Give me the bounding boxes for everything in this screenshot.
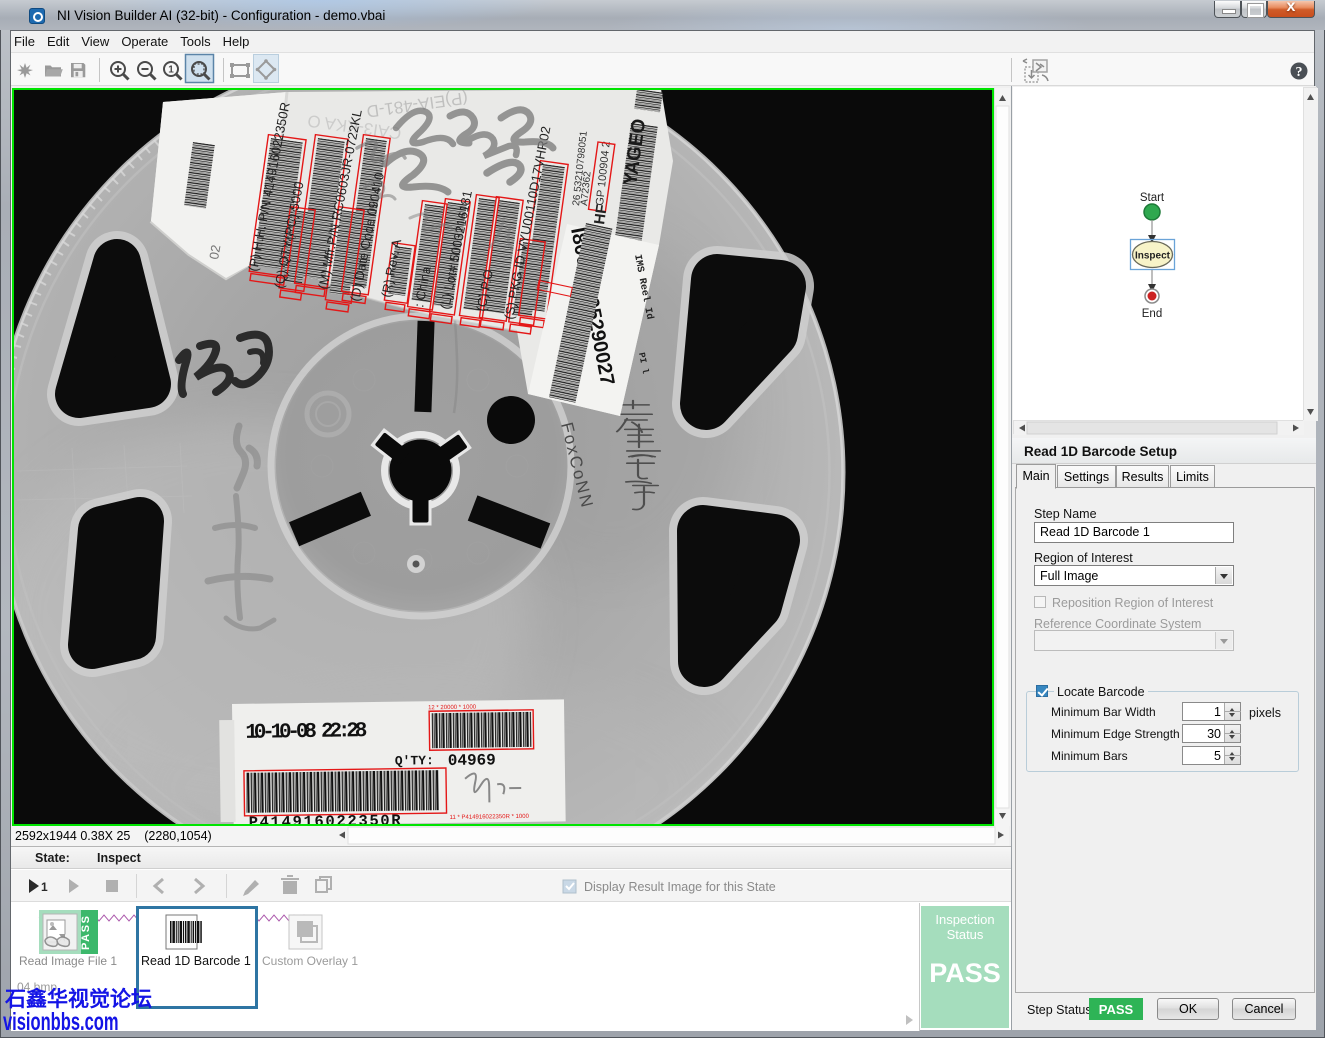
svg-text:12 * 20000 * 1000: 12 * 20000 * 1000	[428, 705, 477, 712]
svg-text:1: 1	[168, 65, 174, 76]
svg-text:02: 02	[206, 244, 223, 261]
svg-text:?: ?	[1296, 65, 1303, 80]
svg-text:HF: HF	[591, 203, 611, 225]
svg-text:Display Result Image for this: Display Result Image for this State	[584, 880, 776, 894]
svg-text:1: 1	[41, 880, 48, 894]
svg-text:Custom Overlay 1: Custom Overlay 1	[262, 954, 358, 968]
svg-text:04969: 04969	[448, 751, 496, 770]
svg-text:End: End	[1142, 308, 1162, 320]
svg-text:Inspect: Inspect	[1135, 251, 1171, 262]
svg-text:Start: Start	[1140, 192, 1165, 204]
svg-text:11 * P414916022350R * 1000: 11 * P414916022350R * 1000	[450, 814, 530, 821]
svg-text:Read Image File 1: Read Image File 1	[19, 954, 117, 968]
svg-text:10-10-08 22:28: 10-10-08 22:28	[245, 720, 367, 745]
svg-text:PASS: PASS	[80, 916, 92, 950]
svg-text:Read 1D Barcode 1: Read 1D Barcode 1	[141, 954, 251, 968]
svg-text:Q'TY:: Q'TY:	[395, 753, 434, 769]
svg-text:P414916022350R: P414916022350R	[249, 812, 402, 826]
